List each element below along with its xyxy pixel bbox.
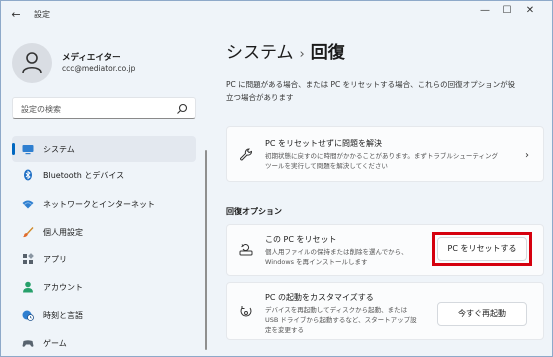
sidebar-item-network[interactable]: ネットワークとインターネット: [12, 191, 196, 217]
title-bar: ← 設定 — ☐ ✕: [0, 0, 553, 30]
search-input[interactable]: [21, 103, 171, 115]
description-line: 立つ場合があります: [226, 93, 294, 102]
bluetooth-icon: [24, 169, 32, 181]
breadcrumb: システム › 回復: [226, 38, 345, 63]
sidebar-item-label: アプリ: [43, 255, 67, 264]
account-icon: [23, 281, 33, 293]
app-title: 設定: [34, 10, 50, 19]
card-title: この PC をリセット: [265, 235, 337, 244]
sidebar-item-label: 個人用設定: [43, 228, 83, 237]
avatar[interactable]: [12, 43, 52, 83]
monitor-icon: [22, 145, 34, 155]
sidebar-item-label: Bluetooth とデバイス: [43, 171, 125, 180]
reset-drive-icon: [239, 244, 253, 256]
chevron-right-icon: ›: [299, 47, 305, 62]
card-description: デバイスを再起動してディスクから起動、または USB ドライブから起動するなど、…: [265, 306, 417, 334]
card-title: PC をリセットせずに問題を解決: [265, 139, 382, 148]
wrench-icon: [240, 148, 252, 161]
sidebar-scrollbar[interactable]: [205, 150, 207, 350]
globe-clock-icon: [22, 310, 34, 321]
sidebar-item-personalization[interactable]: 個人用設定: [12, 219, 196, 245]
sidebar-item-gaming[interactable]: ゲーム: [12, 330, 196, 356]
sidebar-item-label: アカウント: [43, 283, 83, 292]
sidebar-item-accounts[interactable]: アカウント: [12, 274, 196, 300]
chevron-right-icon: ›: [525, 150, 529, 161]
card-title: PC の起動をカスタマイズする: [265, 293, 374, 302]
description-line: PC に問題がある場合、または PC をリセットする場合、これらの回復オプション…: [226, 80, 516, 89]
minimize-button[interactable]: —: [474, 4, 496, 18]
sidebar-item-label: ネットワークとインターネット: [43, 200, 155, 209]
card-description: 個人用ファイルの保持または削除を選んでから、 Windows を再インストールし…: [265, 248, 408, 266]
search-icon[interactable]: [176, 103, 188, 115]
maximize-button[interactable]: ☐: [496, 4, 518, 18]
highlight-box: [432, 232, 532, 266]
sidebar-item-system[interactable]: システム: [12, 136, 196, 162]
user-icon: [22, 52, 42, 74]
sidebar-item-apps[interactable]: アプリ: [12, 246, 196, 272]
breadcrumb-parent[interactable]: システム: [226, 43, 294, 63]
sidebar-item-label: 時刻と言語: [43, 311, 83, 320]
sidebar-item-bluetooth[interactable]: Bluetooth とデバイス: [12, 162, 196, 188]
restart-now-button[interactable]: 今すぐ再起動: [437, 302, 527, 326]
active-indicator: [12, 143, 15, 155]
restart-gear-icon: [240, 306, 252, 317]
wifi-icon: [22, 200, 34, 209]
profile-name: メディエイター: [62, 53, 121, 63]
brush-icon: [23, 227, 34, 238]
sidebar-item-label: ゲーム: [43, 339, 67, 348]
card-description: 初期状態に戻すのに時間がかかることがあります。まずトラブルシューティング ツール…: [265, 152, 498, 170]
back-button[interactable]: ←: [8, 7, 24, 23]
troubleshoot-card[interactable]: PC をリセットせずに問題を解決 初期状態に戻すのに時間がかかることがあります。…: [226, 126, 544, 182]
apps-icon: [23, 253, 34, 264]
page-title: 回復: [310, 43, 345, 63]
close-button[interactable]: ✕: [519, 4, 541, 18]
gamepad-icon: [22, 340, 34, 347]
sidebar-item-time-language[interactable]: 時刻と言語: [12, 302, 196, 328]
profile-email: ccc@mediator.co.jp: [62, 64, 136, 73]
search-box[interactable]: [12, 97, 196, 119]
section-header: 回復オプション: [226, 207, 282, 216]
page-description: PC に問題がある場合、または PC をリセットする場合、これらの回復オプション…: [226, 78, 544, 104]
sidebar-item-label: システム: [43, 145, 75, 154]
